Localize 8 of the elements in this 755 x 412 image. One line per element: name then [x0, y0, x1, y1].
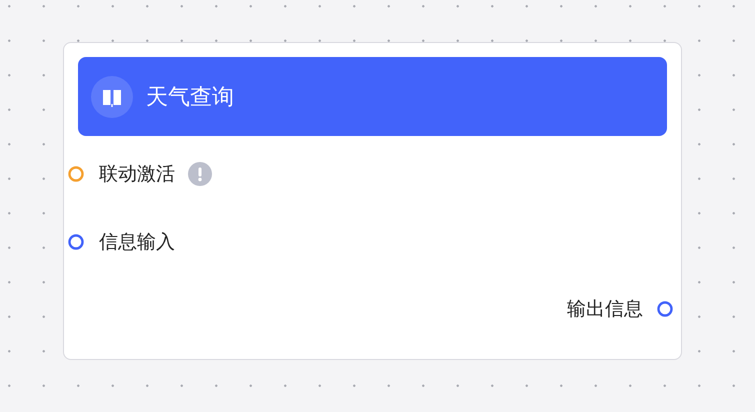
node-title: 天气查询 [146, 84, 234, 112]
port-label: 输出信息 [567, 297, 643, 322]
port-label: 信息输入 [99, 230, 175, 255]
book-icon [91, 76, 133, 118]
port-handle[interactable] [657, 301, 673, 317]
port-handle[interactable] [68, 234, 84, 250]
port-handle[interactable] [68, 166, 84, 182]
port-label: 联动激活 [99, 162, 175, 187]
